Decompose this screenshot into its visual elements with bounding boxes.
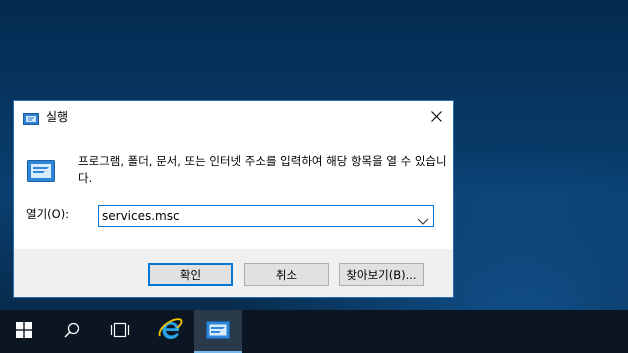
ok-button[interactable]: 확인 [148,263,233,286]
task-view-button[interactable] [96,310,144,353]
dialog-footer: 확인 취소 찾아보기(B)... [14,249,453,297]
dialog-description: 프로그램, 폴더, 문서, 또는 인터넷 주소를 입력하여 해당 항목을 열 수… [78,154,447,185]
dialog-title: 실행 [46,110,69,124]
dialog-titlebar[interactable]: 실행 [14,101,453,131]
search-button[interactable] [48,310,96,353]
search-icon [64,322,80,342]
open-label: 열기(O): [26,207,70,221]
open-input[interactable]: services.msc [102,209,180,223]
task-view-icon [110,322,130,342]
run-icon [27,160,55,182]
run-app-icon [23,110,39,125]
internet-explorer-icon [157,317,183,347]
dialog-body: 프로그램, 폴더, 문서, 또는 인터넷 주소를 입력하여 해당 항목을 열 수… [14,131,453,249]
start-button[interactable] [0,310,48,353]
run-dialog-icon [206,320,230,343]
taskbar [0,310,628,353]
browse-button[interactable]: 찾아보기(B)... [339,263,424,286]
cancel-button[interactable]: 취소 [244,263,329,286]
internet-explorer-button[interactable] [146,310,194,353]
chevron-down-icon[interactable] [417,211,429,225]
run-dialog-taskbar-button[interactable] [194,310,242,353]
run-dialog: 실행 프로그램, 폴더, 문서, 또는 인터넷 주소를 입력하여 해당 항목을 … [13,100,454,298]
close-icon [430,107,442,126]
open-combobox[interactable]: services.msc [98,205,434,227]
windows-start-icon [16,321,32,342]
close-button[interactable] [419,101,453,131]
